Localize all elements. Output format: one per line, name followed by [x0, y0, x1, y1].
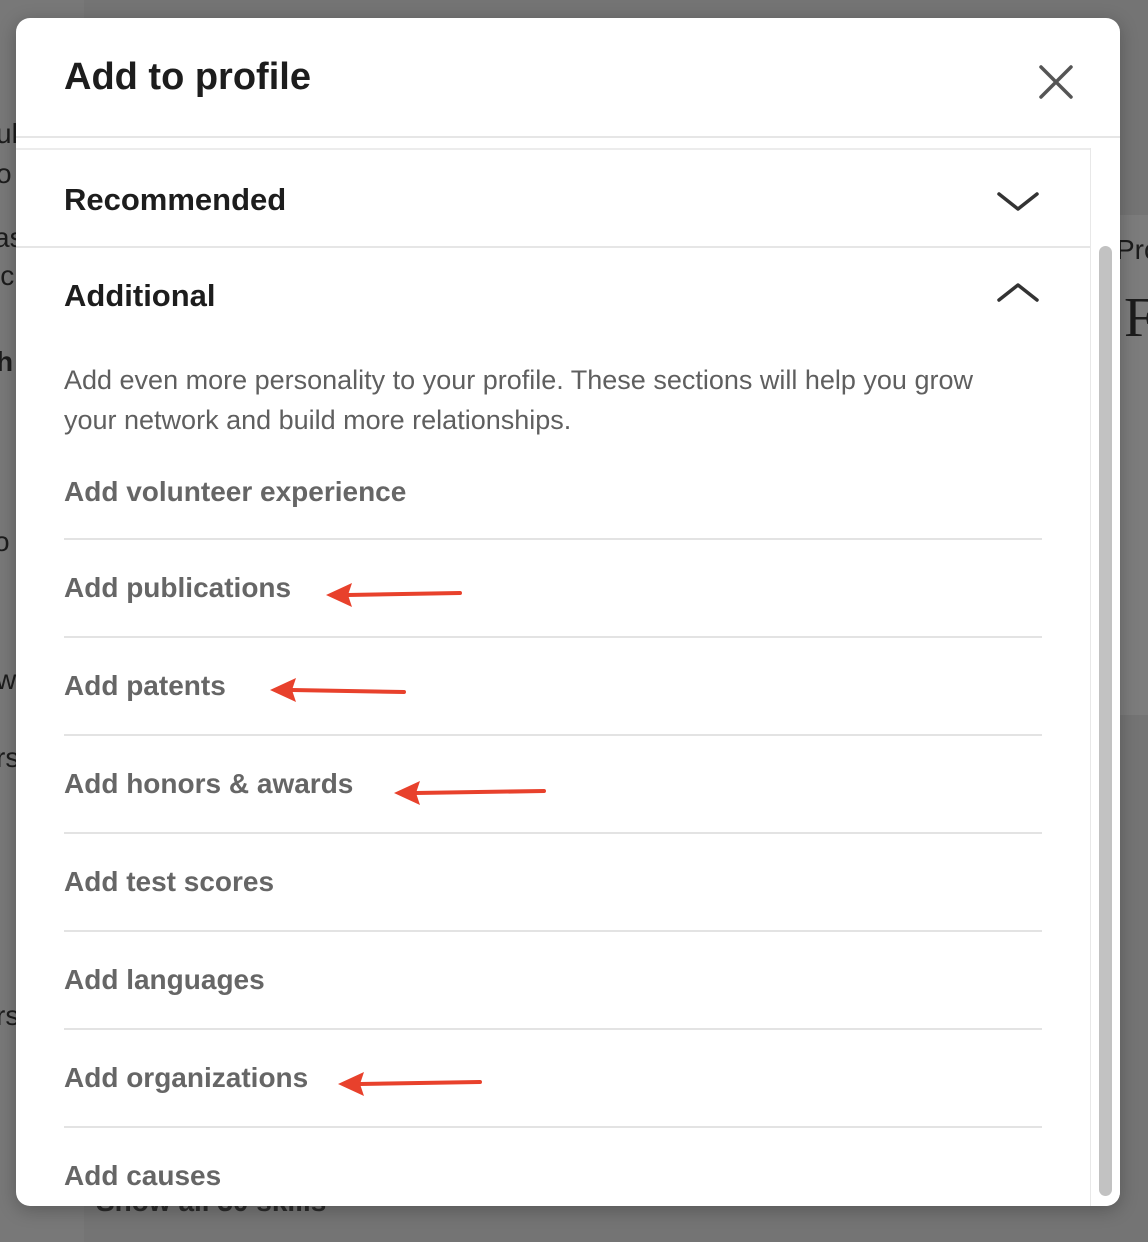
background-text-fragment: w: [0, 664, 17, 695]
modal-title: Add to profile: [64, 56, 311, 98]
item-label: Add organizations: [64, 1062, 309, 1093]
modal-header: Add to profile: [16, 18, 1120, 138]
add-patents-item[interactable]: Add patents: [64, 638, 1042, 736]
add-causes-item[interactable]: Add causes: [64, 1128, 1042, 1206]
item-label: Add volunteer experience: [64, 476, 407, 507]
section-additional-header[interactable]: Additional: [16, 248, 1090, 344]
red-arrow-left-icon: [338, 1072, 482, 1096]
background-text-fragment: ic: [0, 260, 15, 291]
item-label: Add publications: [64, 572, 292, 603]
item-label: Add patents: [64, 670, 226, 701]
item-label: Add honors & awards: [64, 768, 354, 799]
add-honors-awards-item[interactable]: Add honors & awards: [64, 736, 1042, 834]
item-label: Add causes: [64, 1160, 222, 1191]
scrollbar-thumb[interactable]: [1099, 246, 1112, 1196]
background-text-fragment: F: [1124, 287, 1148, 349]
section-recommended-title: Recommended: [64, 182, 287, 217]
red-arrow-left-icon: [394, 781, 546, 805]
background-text-fragment: o: [0, 526, 10, 557]
add-volunteer-experience-item[interactable]: Add volunteer experience: [64, 446, 1042, 544]
background-text-fragment: Pro: [1116, 234, 1148, 265]
section-recommended-header[interactable]: Recommended: [16, 150, 1090, 246]
section-additional-title: Additional: [64, 278, 216, 313]
item-label: Add test scores: [64, 866, 275, 897]
red-arrow-left-icon: [326, 583, 462, 607]
red-arrow-left-icon: [270, 678, 406, 702]
add-publications-item[interactable]: Add publications: [64, 540, 1042, 638]
item-label: Add languages: [64, 964, 265, 995]
add-to-profile-modal: Add to profile Recommended Additional Ad…: [16, 18, 1120, 1206]
add-organizations-item[interactable]: Add organizations: [64, 1030, 1042, 1128]
chevron-up-icon: [997, 283, 1039, 302]
scrollbar[interactable]: [1090, 148, 1120, 1206]
section-additional-description: Add even more personality to your profil…: [64, 365, 973, 435]
chevron-down-icon: [997, 192, 1039, 211]
background-text-fragment: h: [0, 346, 14, 377]
add-test-scores-item[interactable]: Add test scores: [64, 834, 1042, 932]
add-languages-item[interactable]: Add languages: [64, 932, 1042, 1030]
close-icon: [1039, 65, 1073, 99]
close-button[interactable]: [1034, 60, 1078, 104]
modal-scroll-content[interactable]: Recommended Additional Add even more per…: [16, 148, 1090, 1206]
background-text-fragment: o: [0, 158, 12, 189]
